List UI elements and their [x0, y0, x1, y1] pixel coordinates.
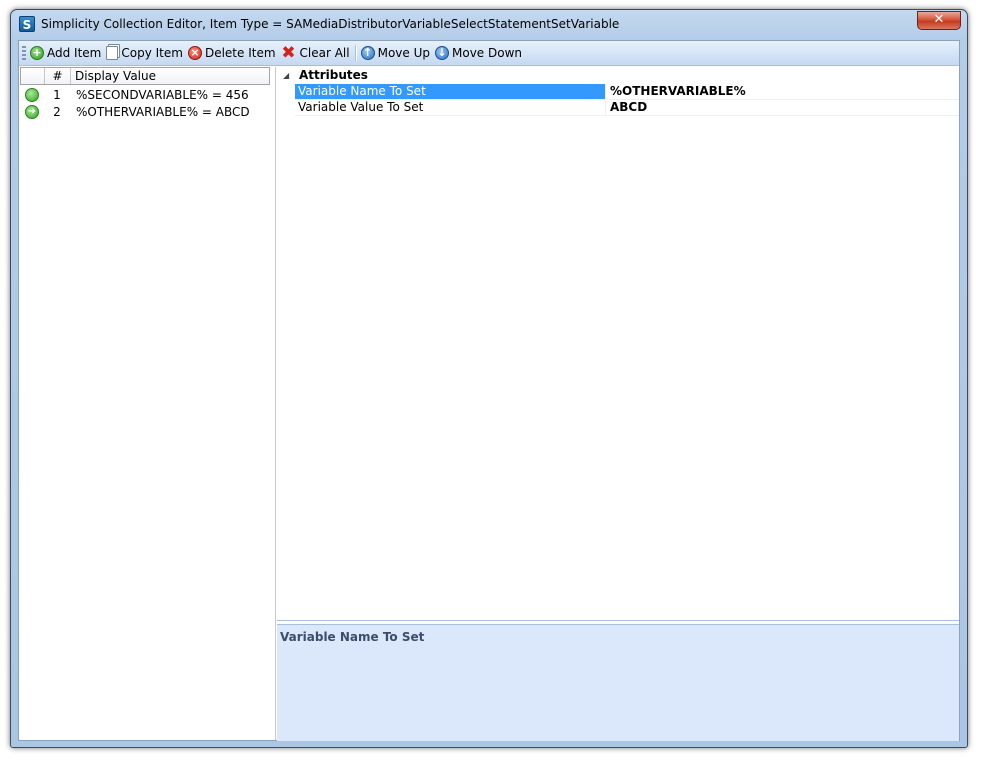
help-panel: Variable Name To Set	[277, 624, 959, 741]
copy-icon	[106, 46, 119, 60]
editor-window: S Simplicity Collection Editor, Item Typ…	[10, 9, 968, 748]
column-header-number[interactable]: #	[45, 68, 71, 84]
title-bar[interactable]: S Simplicity Collection Editor, Item Typ…	[11, 10, 967, 38]
property-grid[interactable]: ◢ Attributes Variable Name To Set %OTHER…	[277, 67, 959, 621]
delete-item-label: Delete Item	[204, 46, 276, 60]
category-label: Attributes	[299, 68, 368, 82]
clear-all-label: Clear All	[299, 46, 350, 60]
client-area: + Add Item Copy Item × Delete Item ✖ Cle…	[18, 40, 960, 741]
arrow-down-icon: ↓	[435, 46, 449, 60]
copy-item-button[interactable]: Copy Item	[104, 43, 186, 63]
move-down-label: Move Down	[452, 46, 522, 60]
property-row-variable-name[interactable]: Variable Name To Set %OTHERVARIABLE%	[295, 84, 959, 100]
toolbar-grip[interactable]	[22, 46, 26, 60]
arrow-up-icon: ↑	[360, 46, 375, 60]
clear-all-button[interactable]: ✖ Clear All	[279, 43, 353, 63]
list-item[interactable]: ➜ 2 %OTHERVARIABLE% = ABCD	[20, 103, 270, 120]
copy-item-label: Copy Item	[121, 46, 183, 60]
item-number: 1	[53, 87, 61, 102]
property-name: Variable Name To Set	[295, 84, 606, 99]
property-panel: ◢ Attributes Variable Name To Set %OTHER…	[277, 67, 959, 741]
move-down-button[interactable]: ↓ Move Down	[433, 43, 525, 63]
plus-icon: +	[30, 46, 44, 60]
app-icon: S	[19, 16, 35, 32]
toolbar: + Add Item Copy Item × Delete Item ✖ Cle…	[19, 41, 959, 66]
list-item[interactable]: 1 %SECONDVARIABLE% = 456	[20, 86, 270, 103]
property-value[interactable]: ABCD	[610, 100, 647, 115]
move-up-button[interactable]: ↑ Move Up	[359, 43, 433, 63]
item-display-value: %SECONDVARIABLE% = 456	[76, 87, 249, 102]
delete-circle-icon: ×	[187, 46, 202, 60]
add-item-label: Add Item	[47, 46, 102, 60]
add-item-button[interactable]: + Add Item	[28, 43, 104, 63]
item-display-value: %OTHERVARIABLE% = ABCD	[76, 104, 250, 119]
property-row-variable-value[interactable]: Variable Value To Set ABCD	[295, 100, 959, 116]
toolbar-separator	[354, 45, 357, 61]
item-number: 2	[53, 104, 61, 119]
move-up-label: Move Up	[377, 46, 430, 60]
red-x-icon: ✖	[281, 43, 296, 63]
item-list[interactable]: # Display Value 1 %SECONDVARIABLE% = 456…	[20, 67, 276, 740]
category-attributes[interactable]: ◢ Attributes	[277, 68, 959, 83]
list-header: # Display Value	[20, 67, 270, 85]
collapse-triangle-icon[interactable]: ◢	[283, 68, 289, 83]
delete-item-button[interactable]: × Delete Item	[186, 43, 279, 63]
window-title: Simplicity Collection Editor, Item Type …	[41, 17, 620, 31]
close-button[interactable]: ✕	[917, 11, 961, 30]
property-value[interactable]: %OTHERVARIABLE%	[610, 84, 746, 99]
column-header-display-value[interactable]: Display Value	[71, 68, 269, 84]
column-header-status[interactable]	[21, 68, 45, 84]
property-name: Variable Value To Set	[295, 100, 606, 115]
green-circle-icon	[25, 87, 39, 102]
help-title: Variable Name To Set	[280, 630, 425, 644]
green-arrow-circle-icon: ➜	[25, 104, 39, 119]
